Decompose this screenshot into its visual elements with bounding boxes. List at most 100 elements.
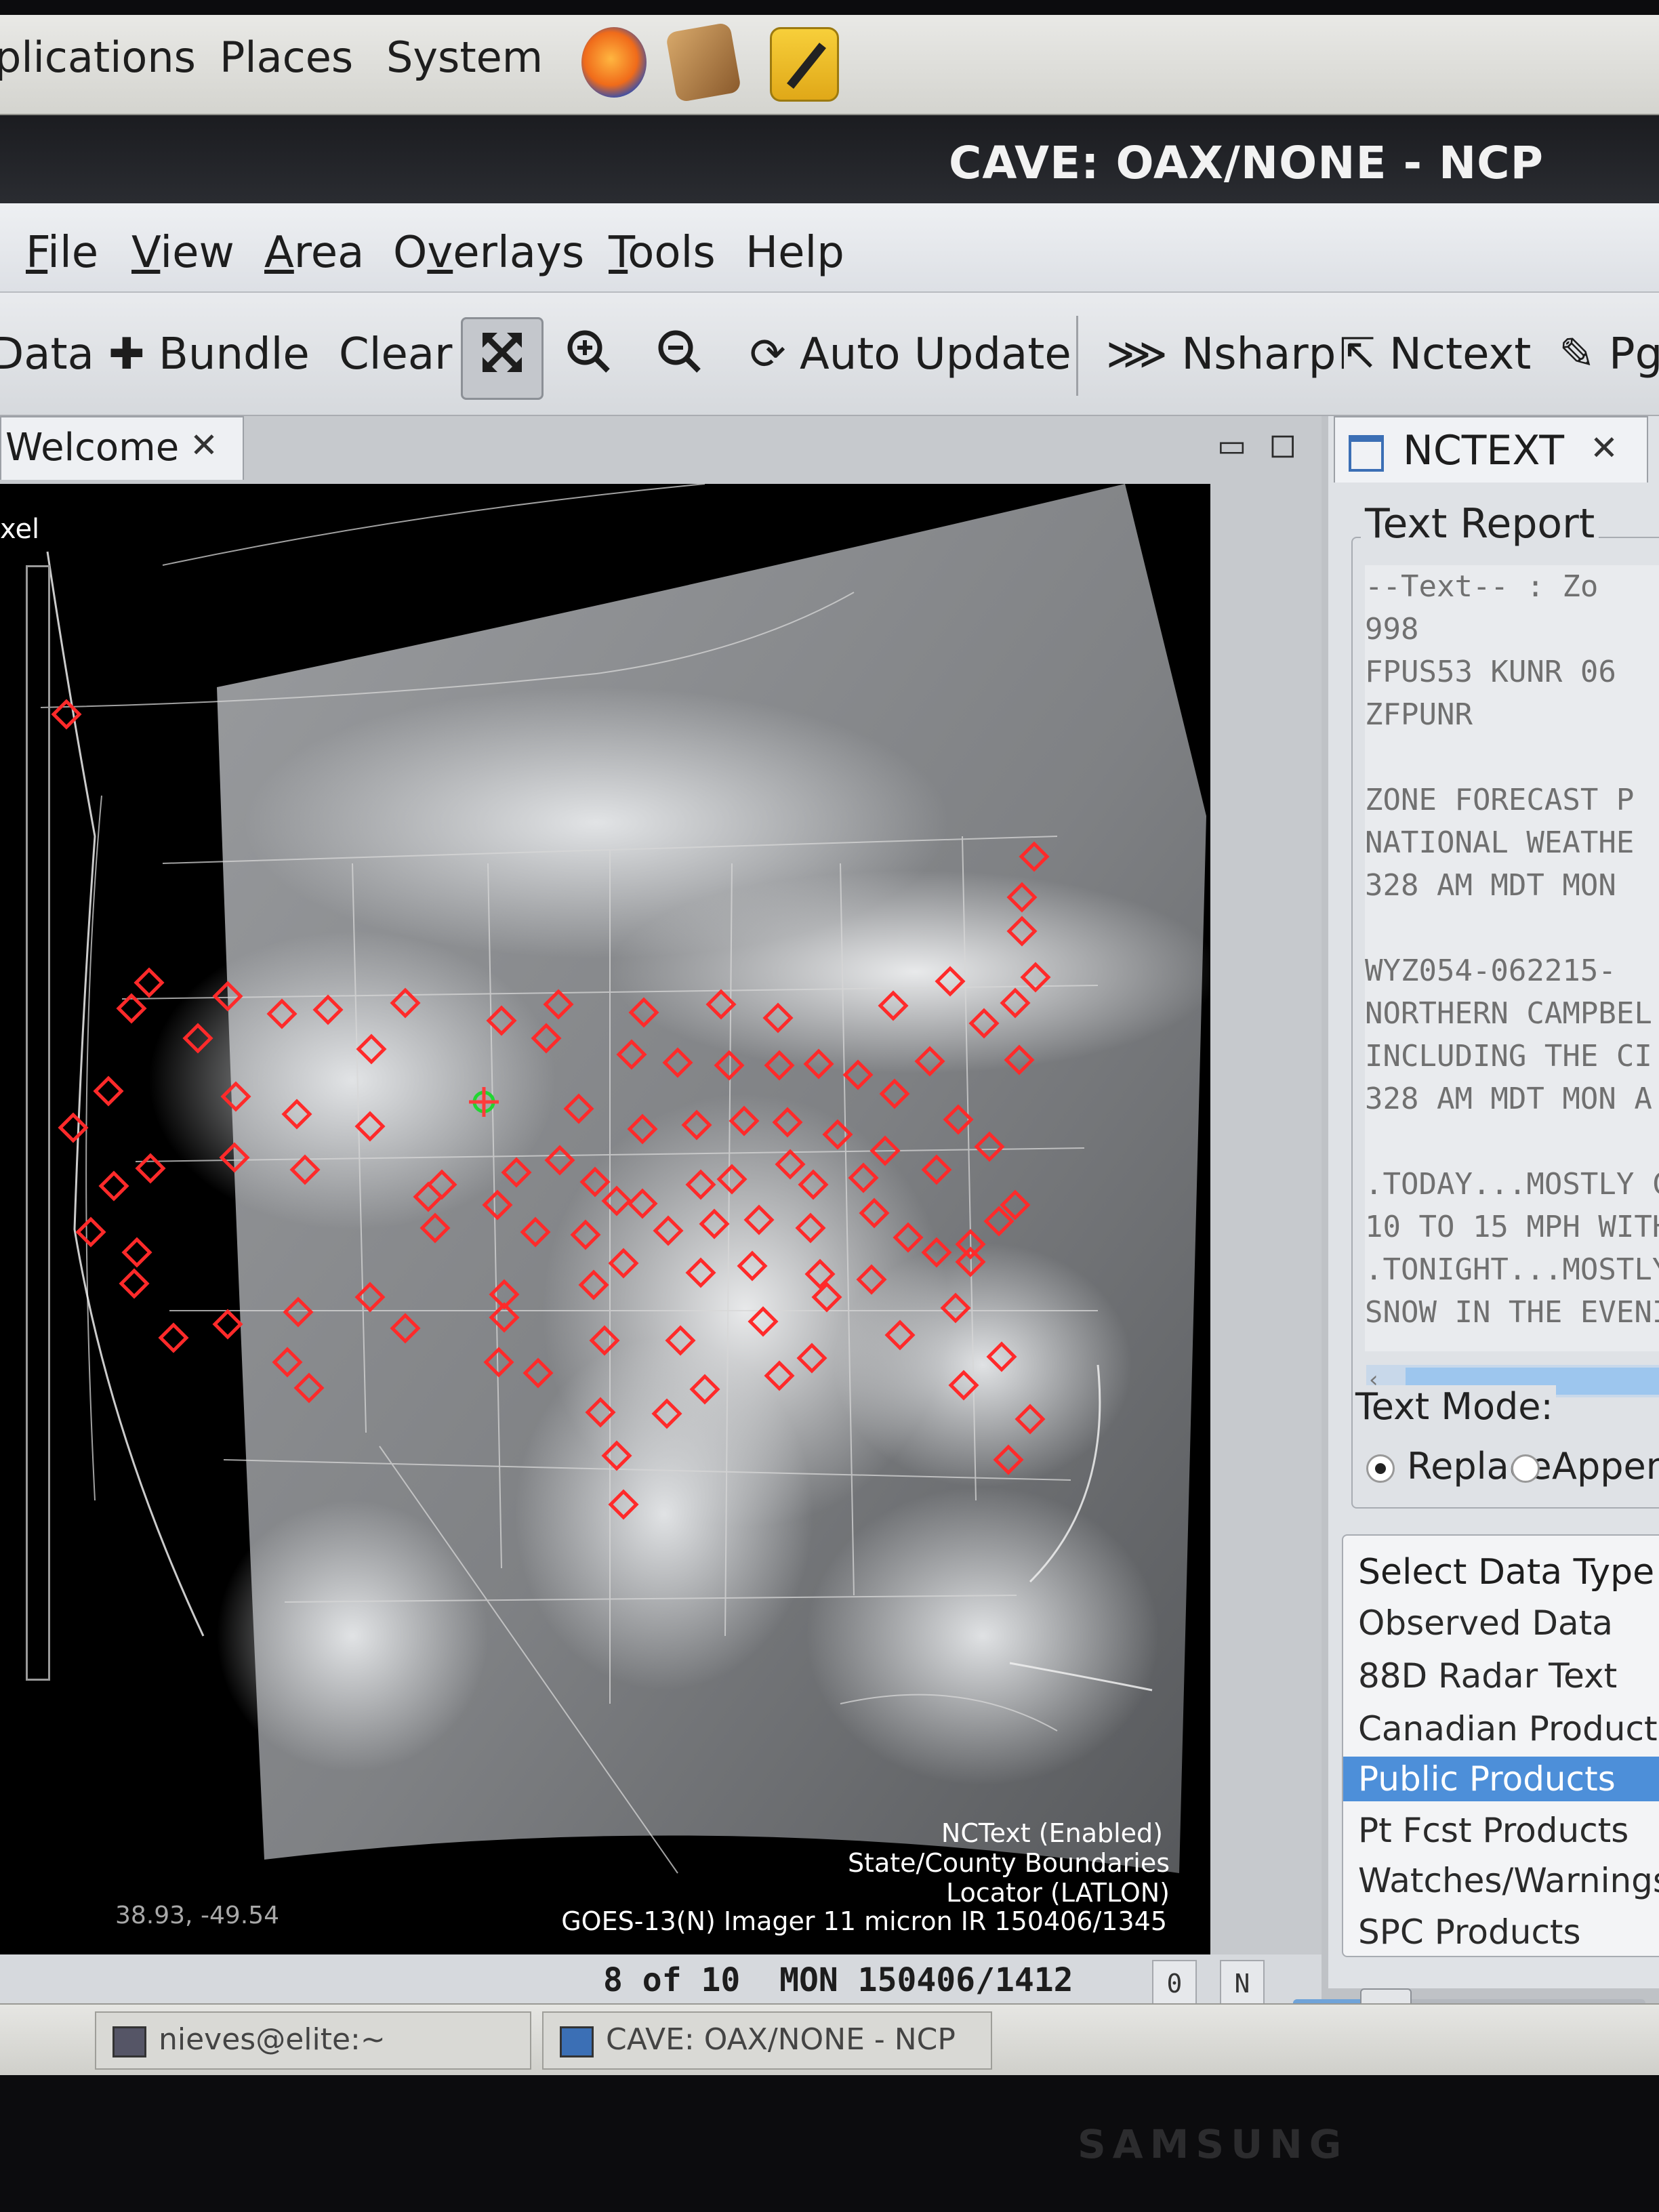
clear-button[interactable]: Clear: [339, 329, 452, 380]
legend-satellite: GOES-13(N) Imager 11 micron IR 150406/13…: [561, 1906, 1167, 1936]
fullscreen-button[interactable]: [461, 317, 544, 400]
report-line: .TODAY...MOSTLY C: [1365, 1167, 1659, 1202]
taskbar-item-terminal[interactable]: nieves@elite:~: [95, 2011, 531, 2070]
report-line: --Text-- : Zo: [1365, 569, 1599, 604]
taskbar-item-cave[interactable]: CAVE: OAX/NONE - NCP: [542, 2011, 992, 2070]
bundle-label: Bundle: [158, 329, 310, 380]
menu-file[interactable]: File: [26, 228, 98, 278]
zoom-in-icon: [565, 327, 612, 387]
map-side-scroll[interactable]: [26, 565, 50, 1681]
report-line: 328 AM MDT MON: [1365, 868, 1616, 903]
top-panel: plications Places System: [0, 15, 1659, 115]
data-button[interactable]: Data: [0, 329, 94, 380]
cursor-coordinates: 38.93, -49.54: [115, 1902, 279, 1929]
taskbar-item-label: CAVE: OAX/NONE - NCP: [606, 2022, 956, 2057]
station-marker[interactable]: [135, 1153, 166, 1184]
terminal-icon: [112, 2026, 146, 2057]
list-item-canadian-products[interactable]: Canadian Products: [1343, 1706, 1659, 1751]
report-line: NATIONAL WEATHE: [1365, 825, 1635, 860]
station-marker[interactable]: [134, 967, 165, 998]
list-item-pt-fcst-products[interactable]: Pt Fcst Products: [1343, 1808, 1659, 1853]
taskbar: nieves@elite:~ CAVE: OAX/NONE - NCP: [0, 2003, 1659, 2075]
auto-update-button[interactable]: ⟳ Auto Update: [750, 329, 1071, 380]
report-text-area[interactable]: --Text-- : Zo 998 FPUS53 KUNR 06 ZFPUNR ZON…: [1365, 565, 1659, 1351]
nctext-button[interactable]: ⇱ Nctext: [1339, 329, 1531, 380]
report-line: ZFPUNR: [1365, 697, 1473, 732]
toolbar-separator: [1076, 316, 1078, 396]
station-marker[interactable]: [119, 1268, 150, 1299]
station-marker[interactable]: [212, 1309, 243, 1340]
places-menu[interactable]: Places: [220, 33, 353, 82]
bundle-button[interactable]: ✚ Bundle: [108, 329, 310, 380]
menu-help[interactable]: Help: [745, 228, 844, 278]
text-report-group: --Text-- : Zo 998 FPUS53 KUNR 06 ZFPUNR ZON…: [1351, 537, 1659, 1509]
package-icon[interactable]: [665, 22, 742, 103]
report-line: INCLUDING THE CI: [1365, 1039, 1652, 1073]
tab-nctext[interactable]: NCTEXT ✕: [1334, 416, 1648, 483]
nctext-icon: ⇱: [1339, 329, 1376, 380]
frame-counter: 8 of 10 MON 150406/1412: [603, 1961, 1073, 1999]
list-item-label: Pt Fcst Products: [1358, 1811, 1629, 1850]
firefox-icon[interactable]: [581, 27, 647, 98]
window-title-bar[interactable]: CAVE: OAX/NONE - NCP: [0, 115, 1659, 203]
list-item-label: Public Products: [1358, 1759, 1616, 1799]
window-icon: [1349, 435, 1384, 472]
nsharp-button[interactable]: ⋙ Nsharp: [1106, 329, 1336, 380]
edit-icon: ✎: [1559, 329, 1595, 380]
list-item-label: Observed Data: [1358, 1603, 1613, 1643]
legend-nctext: NCText (Enabled): [941, 1818, 1163, 1848]
menu-overlays[interactable]: Overlays: [393, 228, 584, 278]
screen: plications Places System CAVE: OAX/NONE …: [0, 15, 1659, 2075]
radio-append[interactable]: Appen: [1511, 1445, 1659, 1488]
station-marker[interactable]: [158, 1322, 189, 1353]
list-item-label: SPC Products: [1358, 1912, 1581, 1952]
minimize-icon[interactable]: ▭: [1217, 427, 1246, 464]
tab-welcome[interactable]: Welcome ✕: [0, 416, 244, 480]
list-item-public-products[interactable]: Public Products: [1343, 1757, 1659, 1801]
map-display[interactable]: NCText (Enabled) State/County Boundaries…: [0, 484, 1210, 1954]
first-frame-button[interactable]: 0: [1152, 1960, 1197, 2007]
list-item-label: Canadian Products: [1358, 1709, 1659, 1748]
station-marker[interactable]: [98, 1170, 129, 1202]
close-icon[interactable]: ✕: [190, 426, 218, 465]
report-line: ZONE FORECAST P: [1365, 783, 1635, 817]
pg-label: Pg: [1608, 329, 1659, 380]
tab-welcome-label: Welcome: [5, 426, 180, 470]
station-marker[interactable]: [93, 1076, 124, 1107]
side-label: xel: [0, 514, 39, 545]
menu-view[interactable]: View: [131, 228, 234, 278]
list-item-watches-warnings[interactable]: Watches/Warnings: [1343, 1858, 1659, 1903]
close-icon[interactable]: ✕: [1590, 428, 1618, 468]
report-line: .TONIGHT...MOSTLY: [1365, 1252, 1659, 1287]
nctext-panel: NCTEXT ✕ --Text-- : Zo 998 FPUS53 KUNR 06 Z…: [1328, 416, 1659, 1988]
station-marker[interactable]: [58, 1112, 89, 1143]
window-title: CAVE: OAX/NONE - NCP: [948, 137, 1544, 189]
applications-menu[interactable]: plications: [0, 33, 196, 82]
radio-checked-icon: [1366, 1454, 1395, 1483]
pg-button[interactable]: ✎ Pg: [1559, 329, 1659, 380]
menu-tools[interactable]: Tools: [609, 228, 716, 278]
tab-nctext-label: NCTEXT: [1403, 427, 1565, 474]
last-frame-button[interactable]: N: [1220, 1960, 1265, 2007]
menu-area[interactable]: Area: [264, 228, 364, 278]
zoom-out-button[interactable]: [640, 317, 718, 396]
report-line: FPUS53 KUNR 06: [1365, 655, 1616, 689]
zoom-out-icon: [655, 327, 703, 387]
taskbar-item-label: nieves@elite:~: [159, 2022, 386, 2057]
system-menu[interactable]: System: [386, 33, 543, 82]
list-item-observed-data[interactable]: Observed Data: [1343, 1601, 1659, 1645]
nsharp-label: Nsharp: [1181, 329, 1336, 380]
list-item-label: Watches/Warnings: [1358, 1861, 1659, 1900]
maximize-icon[interactable]: ◻: [1269, 424, 1297, 464]
report-line: [1365, 736, 1659, 779]
text-editor-icon[interactable]: [770, 27, 839, 102]
list-item-spc-products[interactable]: SPC Products: [1343, 1910, 1659, 1954]
station-marker[interactable]: [75, 1216, 106, 1248]
list-item-88d-radar-text[interactable]: 88D Radar Text: [1343, 1654, 1659, 1698]
menu-bar: File View Area Overlays Tools Help: [0, 203, 1659, 293]
report-line: 10 TO 15 MPH WITH: [1365, 1210, 1659, 1244]
report-line: 998: [1365, 612, 1419, 647]
legend-locator: Locator (LATLON): [946, 1878, 1170, 1908]
zoom-in-button[interactable]: [549, 317, 628, 396]
station-marker[interactable]: [121, 1237, 152, 1268]
